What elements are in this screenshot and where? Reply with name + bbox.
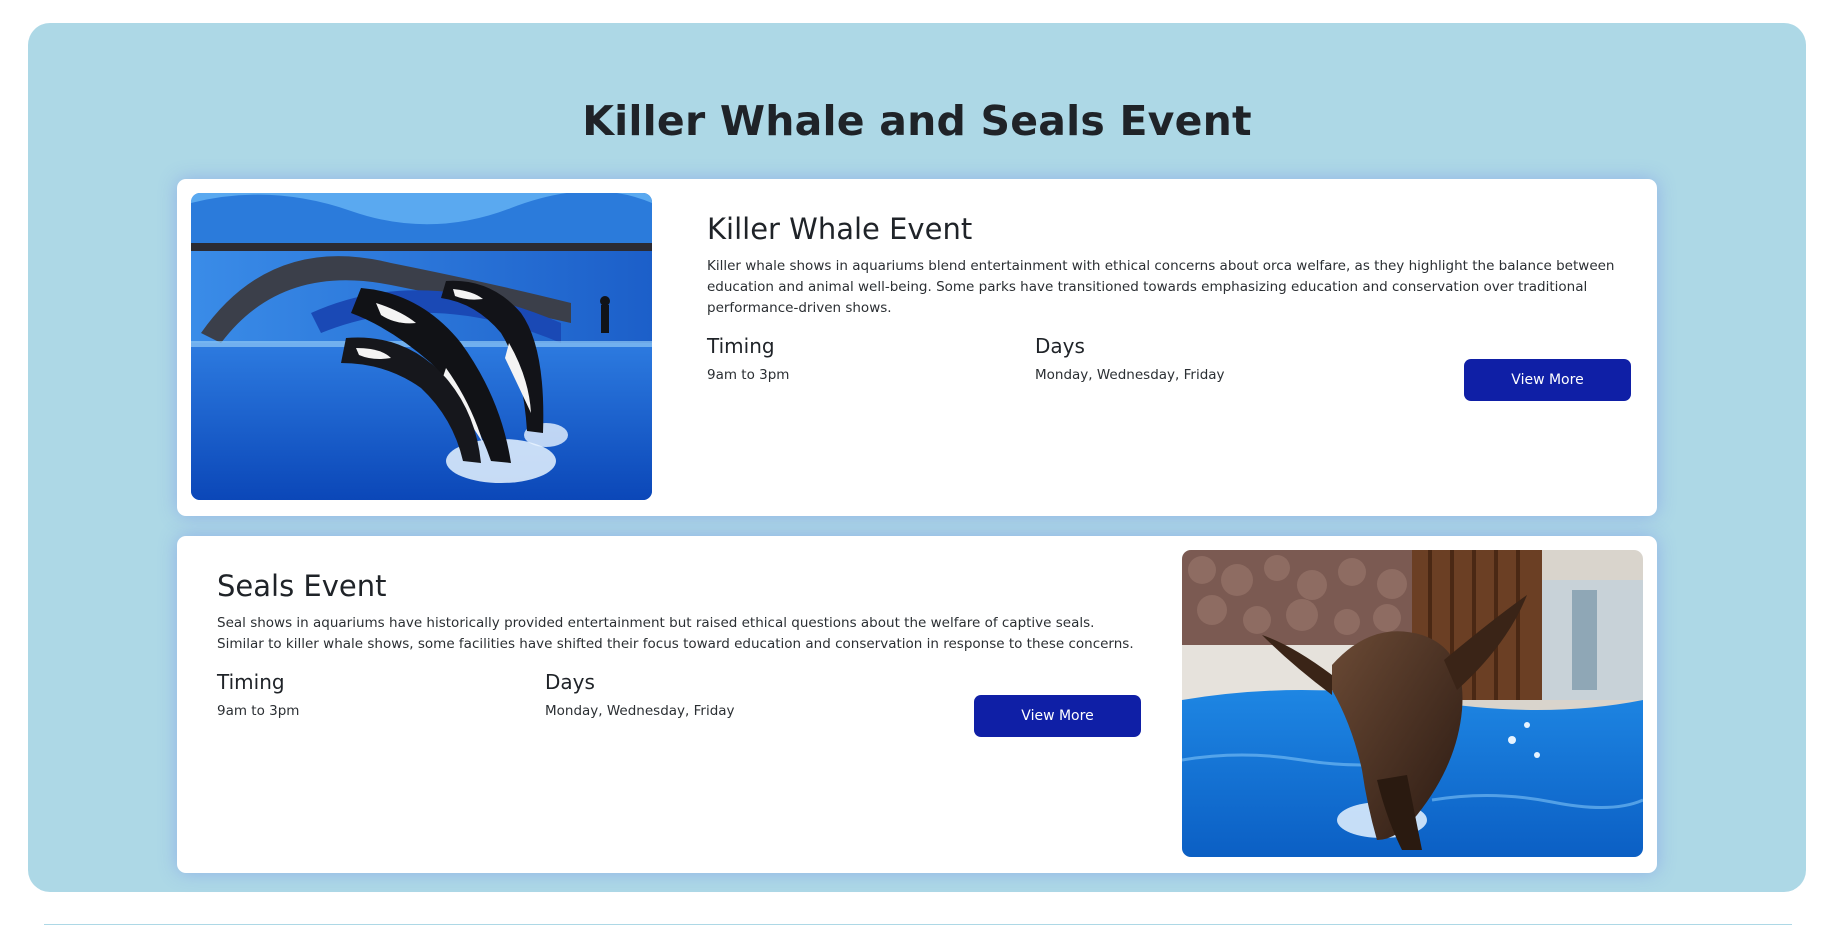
timing-value: 9am to 3pm <box>707 367 790 383</box>
view-more-button[interactable]: View More <box>1464 359 1631 401</box>
timing-section: Timing 9am to 3pm <box>217 669 299 721</box>
days-section: Days Monday, Wednesday, Friday <box>1035 333 1225 385</box>
event-title: Killer Whale Event <box>707 212 973 246</box>
days-value: Monday, Wednesday, Friday <box>545 703 735 719</box>
timing-value: 9am to 3pm <box>217 703 300 719</box>
event-meta-row: Timing 9am to 3pm Days Monday, Wednesday… <box>707 333 1631 413</box>
seal-image <box>1182 550 1643 857</box>
days-label: Days <box>1035 334 1085 358</box>
event-title: Seals Event <box>217 569 387 603</box>
event-description: Seal shows in aquariums have historicall… <box>217 615 1134 652</box>
days-section: Days Monday, Wednesday, Friday <box>545 669 735 721</box>
seal-photo-icon <box>1182 550 1643 857</box>
days-label: Days <box>545 670 595 694</box>
events-panel: Killer Whale and Seals Event Killer Whal… <box>28 23 1806 892</box>
killer-whale-image <box>191 193 652 500</box>
page-title: Killer Whale and Seals Event <box>582 97 1252 145</box>
timing-section: Timing 9am to 3pm <box>707 333 789 385</box>
timing-label: Timing <box>217 670 285 694</box>
killer-whale-event-content: Killer Whale Event Killer whale shows in… <box>707 210 1631 413</box>
event-description: Killer whale shows in aquariums blend en… <box>707 258 1615 316</box>
event-meta-row: Timing 9am to 3pm Days Monday, Wednesday… <box>217 669 1141 749</box>
timing-label: Timing <box>707 334 775 358</box>
view-more-button[interactable]: View More <box>974 695 1141 737</box>
seals-event-card: Seals Event Seal shows in aquariums have… <box>177 536 1657 873</box>
killer-whale-photo-icon <box>191 193 652 500</box>
killer-whale-event-card: Killer Whale Event Killer whale shows in… <box>177 179 1657 516</box>
days-value: Monday, Wednesday, Friday <box>1035 367 1225 383</box>
seals-event-content: Seals Event Seal shows in aquariums have… <box>217 567 1141 749</box>
